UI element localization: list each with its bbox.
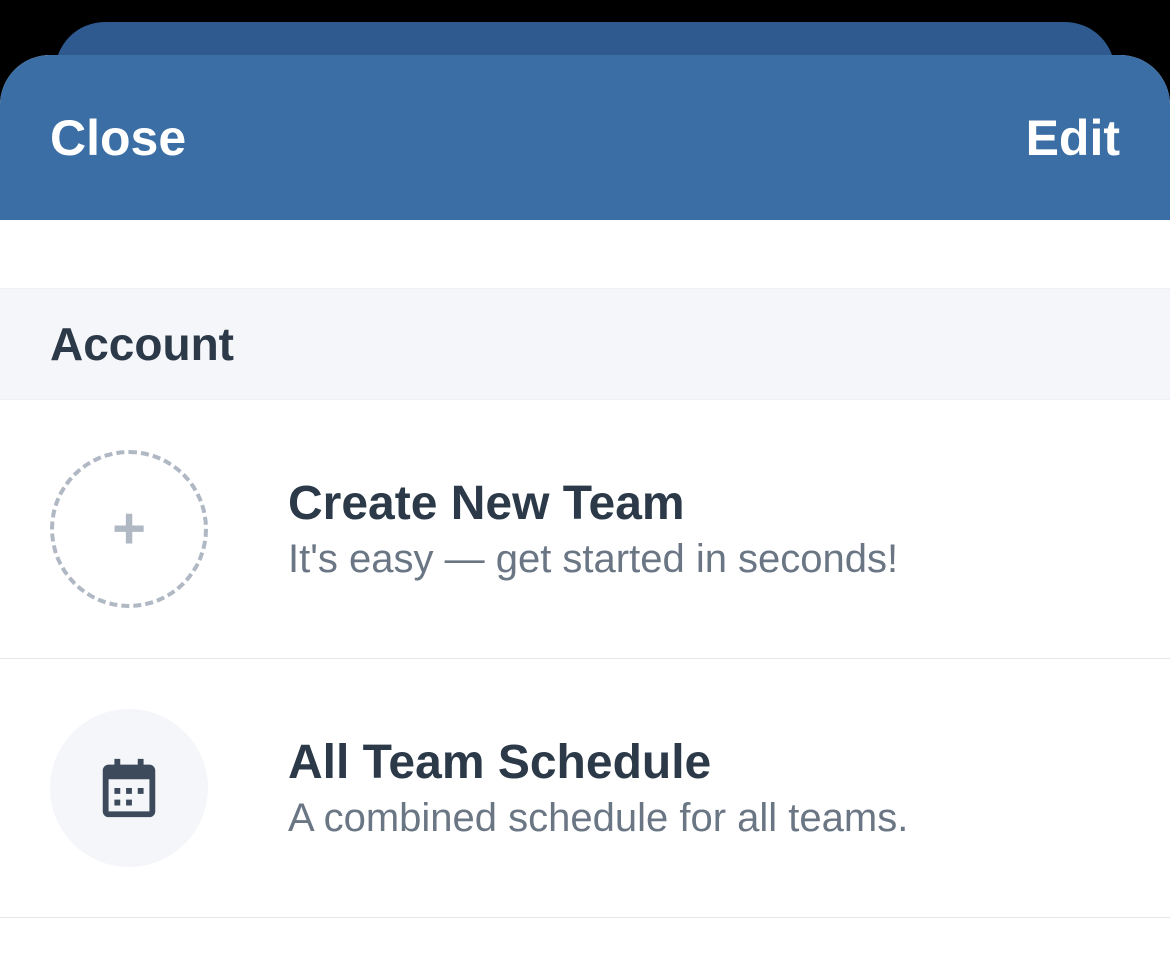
calendar-icon-container xyxy=(50,709,208,867)
spacer xyxy=(0,220,1170,288)
plus-icon: + xyxy=(112,500,146,558)
section-header: Account xyxy=(0,288,1170,400)
item-content: All Team Schedule A combined schedule fo… xyxy=(288,735,908,841)
item-title: All Team Schedule xyxy=(288,735,908,790)
item-subtitle: A combined schedule for all teams. xyxy=(288,796,908,841)
edit-button[interactable]: Edit xyxy=(1026,109,1120,167)
item-content: Create New Team It's easy — get started … xyxy=(288,476,898,582)
all-team-schedule-item[interactable]: All Team Schedule A combined schedule fo… xyxy=(0,659,1170,918)
item-subtitle: It's easy — get started in seconds! xyxy=(288,537,898,582)
item-title: Create New Team xyxy=(288,476,898,531)
main-modal: Close Edit Account + Create New Team It'… xyxy=(0,55,1170,980)
modal-header: Close Edit xyxy=(0,55,1170,220)
plus-icon-container: + xyxy=(50,450,208,608)
close-button[interactable]: Close xyxy=(50,109,186,167)
calendar-icon xyxy=(94,753,164,823)
section-title: Account xyxy=(50,317,1120,371)
create-new-team-item[interactable]: + Create New Team It's easy — get starte… xyxy=(0,400,1170,659)
